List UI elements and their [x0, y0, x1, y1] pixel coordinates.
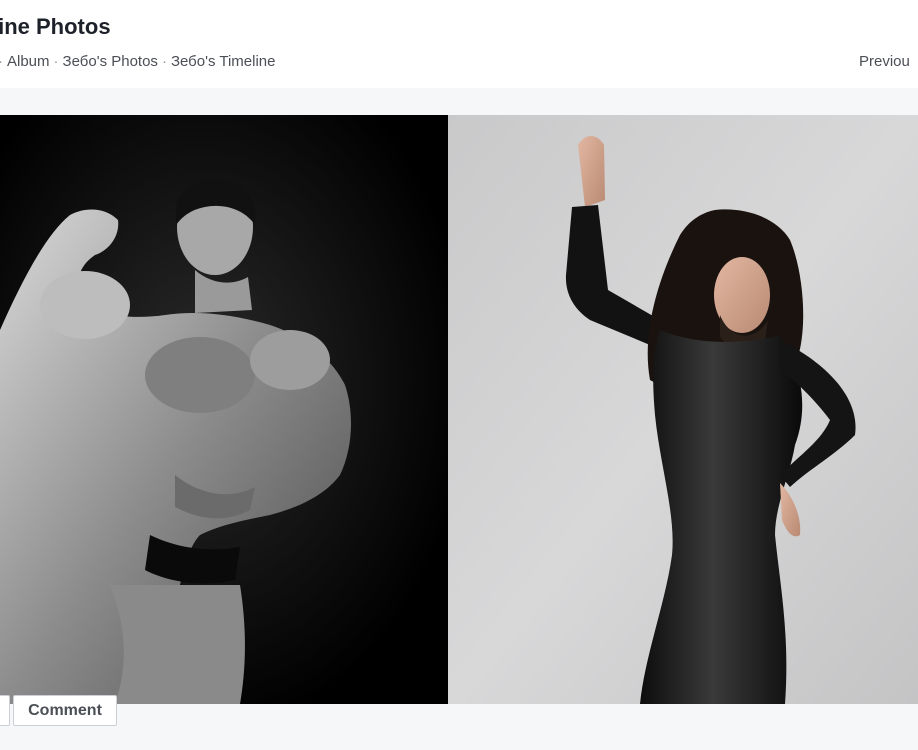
breadcrumb-separator: ·	[53, 53, 59, 70]
breadcrumb-timeline-link[interactable]: Зебо's Timeline	[171, 53, 276, 70]
photo-toolbar-strip	[0, 88, 918, 115]
page-title: line Photos	[0, 14, 111, 39]
photo-viewer[interactable]	[0, 115, 918, 704]
breadcrumb-separator: ·	[0, 53, 7, 70]
photo-image	[0, 115, 918, 704]
like-button[interactable]	[0, 695, 10, 726]
comment-button[interactable]: Comment	[13, 695, 117, 726]
breadcrumb-photos-link[interactable]: Зебо's Photos	[63, 53, 158, 70]
previous-photo-link[interactable]: Previou	[859, 53, 910, 70]
breadcrumb: ·Album·Зебо's Photos·Зебо's Timeline	[0, 53, 276, 70]
photo-actions-bar	[0, 704, 918, 750]
breadcrumb-album-link[interactable]: Album	[7, 53, 50, 70]
breadcrumb-separator: ·	[161, 53, 167, 70]
